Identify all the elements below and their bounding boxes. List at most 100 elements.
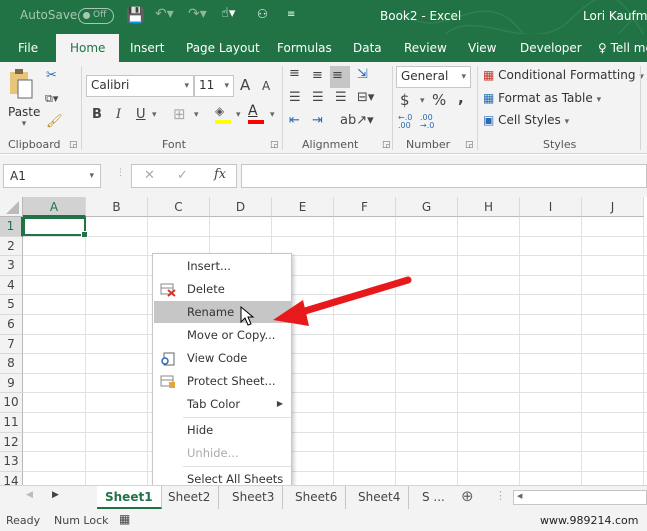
row-header[interactable]: 10	[0, 393, 23, 413]
scroll-tabs-right-icon[interactable]: ▶	[52, 490, 59, 500]
chevron-down-icon[interactable]: ▾	[236, 110, 241, 120]
customize-qat-icon[interactable]: ≡	[287, 9, 295, 20]
row-header[interactable]: 5	[0, 295, 23, 315]
decrease-indent-icon[interactable]: ⇤	[289, 113, 300, 128]
cancel-icon[interactable]: ✕	[144, 168, 155, 183]
tab-page-layout[interactable]: Page Layout	[186, 41, 260, 55]
insert-function-icon[interactable]: fx	[214, 167, 226, 182]
autosave-toggle[interactable]: Off	[78, 8, 114, 24]
row-header[interactable]: 11	[0, 413, 23, 433]
chevron-down-icon[interactable]: ▾	[152, 110, 157, 120]
sheet-tab-sheet3[interactable]: Sheet3	[224, 486, 284, 509]
row-header[interactable]: 8	[0, 354, 23, 374]
bold-button[interactable]: B	[92, 107, 102, 122]
column-header[interactable]: I	[520, 197, 582, 217]
currency-button[interactable]: $	[400, 91, 410, 109]
horizontal-scrollbar[interactable]: ◀	[513, 490, 647, 505]
column-header[interactable]: E	[272, 197, 334, 217]
column-header[interactable]: F	[334, 197, 396, 217]
tab-view[interactable]: View	[468, 41, 496, 55]
align-right-icon[interactable]: ☰	[335, 90, 347, 105]
increase-decimal-button[interactable]: ←.0 .00	[398, 114, 416, 130]
column-header[interactable]: G	[396, 197, 458, 217]
column-header[interactable]: B	[86, 197, 148, 217]
number-launcher-icon[interactable]: ◲	[465, 140, 474, 150]
tab-formulas[interactable]: Formulas	[277, 41, 332, 55]
tab-insert[interactable]: Insert	[130, 41, 164, 55]
column-header[interactable]: A	[23, 197, 86, 217]
worksheet-grid[interactable]: ABCDEFGHIJ 1 2 3 4 5 6 7 8 9 10 11 12 13 14	[0, 197, 647, 485]
column-header[interactable]: J	[582, 197, 644, 217]
column-header[interactable]: C	[148, 197, 210, 217]
scroll-left-icon[interactable]: ◀	[517, 492, 522, 500]
enter-icon[interactable]: ✓	[177, 168, 188, 183]
align-center-icon[interactable]: ☰	[312, 90, 324, 105]
font-launcher-icon[interactable]: ◲	[270, 140, 279, 150]
row-header[interactable]: 9	[0, 373, 23, 394]
row-header[interactable]: 1	[0, 217, 23, 237]
borders-icon[interactable]: ⊞	[173, 105, 186, 123]
row-header[interactable]: 12	[0, 432, 23, 453]
number-format-select[interactable]: General ▾	[396, 66, 471, 88]
menu-item-hide[interactable]: Hide	[154, 419, 291, 441]
menu-item-view-code[interactable]: View Code	[154, 347, 291, 369]
row-header[interactable]: 3	[0, 256, 23, 276]
tab-data[interactable]: Data	[353, 41, 382, 55]
clipboard-launcher-icon[interactable]: ◲	[69, 140, 78, 150]
align-left-icon[interactable]: ☰	[289, 90, 301, 105]
tab-review[interactable]: Review	[404, 41, 447, 55]
font-color-button[interactable]: A	[248, 103, 266, 125]
bottom-align-icon[interactable]: ≡	[330, 66, 350, 88]
splitter-handle[interactable]: ⋮	[116, 168, 125, 178]
tab-home[interactable]: Home	[56, 34, 120, 62]
format-painter-icon[interactable]: 🖌	[46, 114, 63, 129]
top-align-icon[interactable]: ≡	[289, 66, 300, 81]
user-name[interactable]: Lori Kaufman	[583, 9, 647, 23]
percent-button[interactable]: %	[432, 91, 446, 109]
macro-record-icon[interactable]: ▦	[119, 512, 130, 526]
redo-icon[interactable]: ↷▾	[188, 6, 207, 22]
column-header[interactable]: H	[458, 197, 520, 217]
select-all-button[interactable]	[0, 197, 23, 217]
underline-button[interactable]: U	[136, 107, 146, 122]
save-icon[interactable]: 💾	[126, 6, 145, 24]
new-sheet-icon[interactable]: ⊕	[461, 487, 474, 505]
decrease-font-size-button[interactable]: A	[262, 79, 270, 93]
column-header[interactable]: D	[210, 197, 272, 217]
copy-icon[interactable]: ⧉▾	[45, 92, 58, 106]
row-header[interactable]: 2	[0, 236, 23, 257]
font-name-select[interactable]: Calibri ▾	[86, 75, 194, 97]
name-box[interactable]: A1 ▾	[3, 164, 101, 188]
italic-button[interactable]: I	[116, 107, 121, 122]
sheet-tab-sheet4[interactable]: Sheet4	[350, 486, 410, 509]
font-size-select[interactable]: 11 ▾	[194, 75, 234, 97]
chevron-down-icon[interactable]: ▾	[270, 110, 275, 120]
row-header[interactable]: 13	[0, 452, 23, 472]
menu-item-protect-sheet[interactable]: Protect Sheet...	[154, 370, 291, 392]
paste-button[interactable]: Paste ▾	[8, 68, 40, 130]
row-header[interactable]: 7	[0, 334, 23, 355]
comma-button[interactable]: ,	[458, 89, 464, 107]
row-header[interactable]: 4	[0, 275, 23, 296]
selected-cell[interactable]	[23, 217, 88, 238]
row-header[interactable]: 14	[0, 471, 23, 485]
formula-input[interactable]	[241, 164, 647, 188]
sheet-tab-sheet6[interactable]: Sheet6	[287, 486, 347, 509]
wrap-text-icon[interactable]: ⇲	[357, 67, 368, 82]
row-header[interactable]: 6	[0, 315, 23, 335]
sheet-tab-sheet1[interactable]: Sheet1	[97, 486, 162, 509]
alignment-launcher-icon[interactable]: ◲	[382, 140, 391, 150]
orientation-icon[interactable]: ab↗▾	[340, 113, 374, 128]
undo-icon[interactable]: ↶▾	[155, 6, 174, 22]
increase-indent-icon[interactable]: ⇥	[312, 113, 323, 128]
menu-item-tab-color[interactable]: Tab Color ▶	[154, 393, 291, 415]
tab-file[interactable]: File	[18, 41, 38, 55]
chevron-down-icon[interactable]: ▾	[420, 96, 425, 106]
fill-color-button[interactable]: ◈	[215, 104, 233, 124]
decrease-decimal-button[interactable]: .00 →.0	[420, 114, 438, 130]
chevron-down-icon[interactable]: ▾	[194, 110, 199, 120]
tab-tell-me[interactable]: ♀ Tell me	[598, 41, 647, 55]
increase-font-size-button[interactable]: A	[240, 76, 250, 94]
cell-styles-button[interactable]: ▣ Cell Styles ▾	[483, 113, 569, 127]
middle-align-icon[interactable]: ≡	[312, 68, 323, 83]
